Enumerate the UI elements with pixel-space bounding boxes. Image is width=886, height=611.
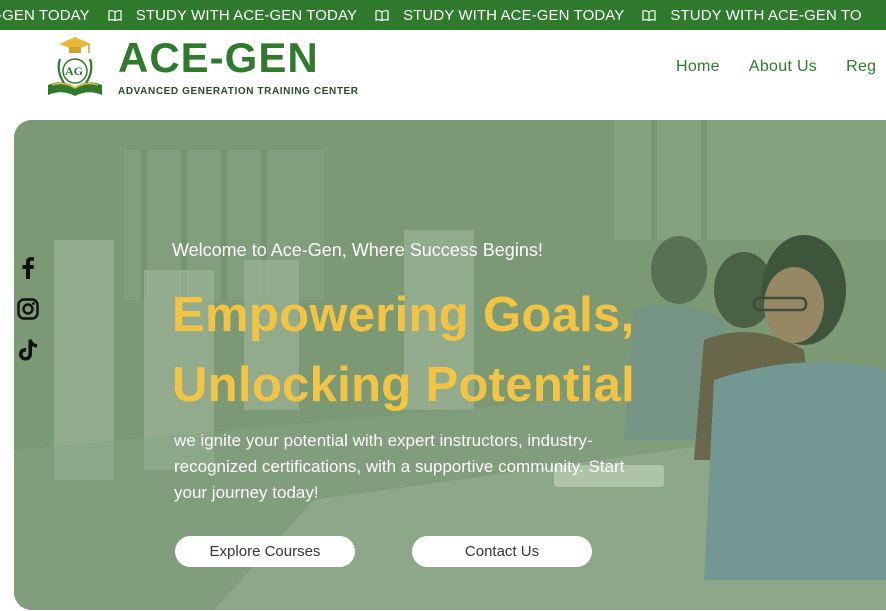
social-links	[16, 256, 40, 379]
marquee-track: CE-GEN TODAY STUDY WITH ACE-GEN TODAY ST…	[0, 0, 880, 30]
instagram-icon[interactable]	[16, 297, 40, 321]
hero-section: Welcome to Ace-Gen, Where Success Begins…	[14, 120, 886, 610]
main-nav: Home About Us Reg	[676, 58, 886, 76]
marquee-item: STUDY WITH ACE-GEN TODAY	[108, 7, 357, 24]
graduation-book-logo[interactable]: AG	[44, 35, 106, 97]
brand-tagline: ADVANCED GENERATION TRAINING CENTER	[118, 86, 359, 97]
marquee-text: STUDY WITH ACE-GEN TO	[670, 6, 862, 24]
logo-letters: AG	[65, 64, 83, 78]
hero-headline: Empowering Goals, Unlocking Potential	[172, 280, 635, 420]
contact-us-button[interactable]: Contact Us	[412, 536, 592, 567]
facebook-icon[interactable]	[16, 256, 40, 280]
nav-about-us[interactable]: About Us	[749, 58, 817, 76]
marquee-text: STUDY WITH ACE-GEN TODAY	[403, 6, 625, 24]
site-header: AG ACE-GEN ADVANCED GENERATION TRAINING …	[0, 30, 886, 120]
hero-welcome: Welcome to Ace-Gen, Where Success Begins…	[172, 240, 543, 260]
nav-home[interactable]: Home	[676, 58, 720, 76]
hero-description: we ignite your potential with expert ins…	[174, 431, 625, 502]
announcement-marquee: CE-GEN TODAY STUDY WITH ACE-GEN TODAY ST…	[0, 0, 886, 30]
marquee-item: STUDY WITH ACE-GEN TO	[642, 6, 862, 24]
book-icon	[108, 9, 122, 21]
headline-line-2: Unlocking Potential	[172, 358, 636, 412]
marquee-item: CE-GEN TODAY	[0, 7, 90, 24]
marquee-text: CE-GEN TODAY	[0, 6, 90, 24]
book-icon	[375, 9, 389, 21]
marquee-item: STUDY WITH ACE-GEN TODAY	[375, 7, 624, 24]
nav-register[interactable]: Reg	[846, 58, 876, 76]
book-icon	[642, 9, 656, 21]
marquee-text: STUDY WITH ACE-GEN TODAY	[135, 6, 358, 24]
headline-line-1: Empowering Goals,	[172, 288, 635, 342]
explore-courses-button[interactable]: Explore Courses	[175, 536, 355, 567]
tiktok-icon[interactable]	[16, 338, 40, 362]
brand-name[interactable]: ACE-GEN	[118, 34, 319, 82]
